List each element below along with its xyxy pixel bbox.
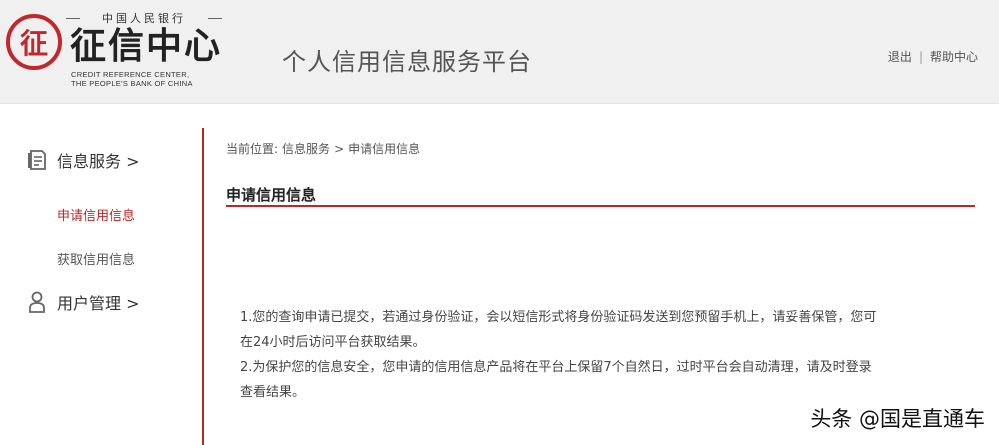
document-icon [28, 150, 46, 170]
breadcrumb: 当前位置: 信息服务 > 申请信用信息 [226, 140, 424, 157]
sidebar-section-label: 信息服务 > [57, 152, 140, 171]
header-link-separator: | [918, 50, 923, 64]
sidebar-section-label: 用户管理 > [57, 294, 140, 313]
title-underline [226, 205, 975, 207]
breadcrumb-level2: 申请信用信息 [348, 142, 421, 156]
logo-english-line2: THE PEOPLE'S BANK OF CHINA [71, 79, 193, 88]
logo-main-text: 征信中心 [70, 25, 223, 67]
page-header: 征 中国人民银行 征信中心 CREDIT REFERENCE CENTER, T… [0, 0, 999, 104]
logo-english-line1: CREDIT REFERENCE CENTER, [71, 70, 190, 79]
user-icon [29, 291, 45, 313]
sidebar-item-apply-credit-info[interactable]: 申请信用信息 [57, 205, 135, 224]
help-center-link[interactable]: 帮助中心 [930, 50, 978, 64]
breadcrumb-separator: > [334, 142, 345, 156]
notice-paragraph-1: 1.您的查询申请已提交，若通过身份验证，会以短信形式将身份验证码发送到您预留手机… [240, 310, 877, 350]
sidebar-section-info-service[interactable]: 信息服务 > [27, 148, 140, 172]
sidebar-section-user-management[interactable]: 用户管理 > [27, 290, 140, 314]
page-title: 申请信用信息 [226, 186, 317, 204]
breadcrumb-level1[interactable]: 信息服务 [282, 142, 330, 156]
logout-link[interactable]: 退出 [888, 50, 912, 64]
header-links: 退出 | 帮助中心 [888, 48, 978, 65]
watermark: 头条 @国是直通车 [810, 407, 985, 431]
credit-center-emblem-icon: 征 [6, 14, 62, 70]
sidebar-divider [202, 128, 204, 445]
breadcrumb-prefix: 当前位置: [226, 142, 279, 156]
notice-text: 1.您的查询申请已提交，若通过身份验证，会以短信形式将身份验证码发送到您预留手机… [240, 305, 880, 405]
platform-title: 个人信用信息服务平台 [282, 48, 532, 76]
sidebar-item-get-credit-info[interactable]: 获取信用信息 [57, 249, 135, 268]
sidebar: 信息服务 > 申请信用信息 获取信用信息 用户管理 > [0, 104, 202, 445]
notice-paragraph-2: 2.为保护您的信息安全，您申请的信用信息产品将在平台上保留7个自然日，过时平台会… [240, 360, 872, 400]
